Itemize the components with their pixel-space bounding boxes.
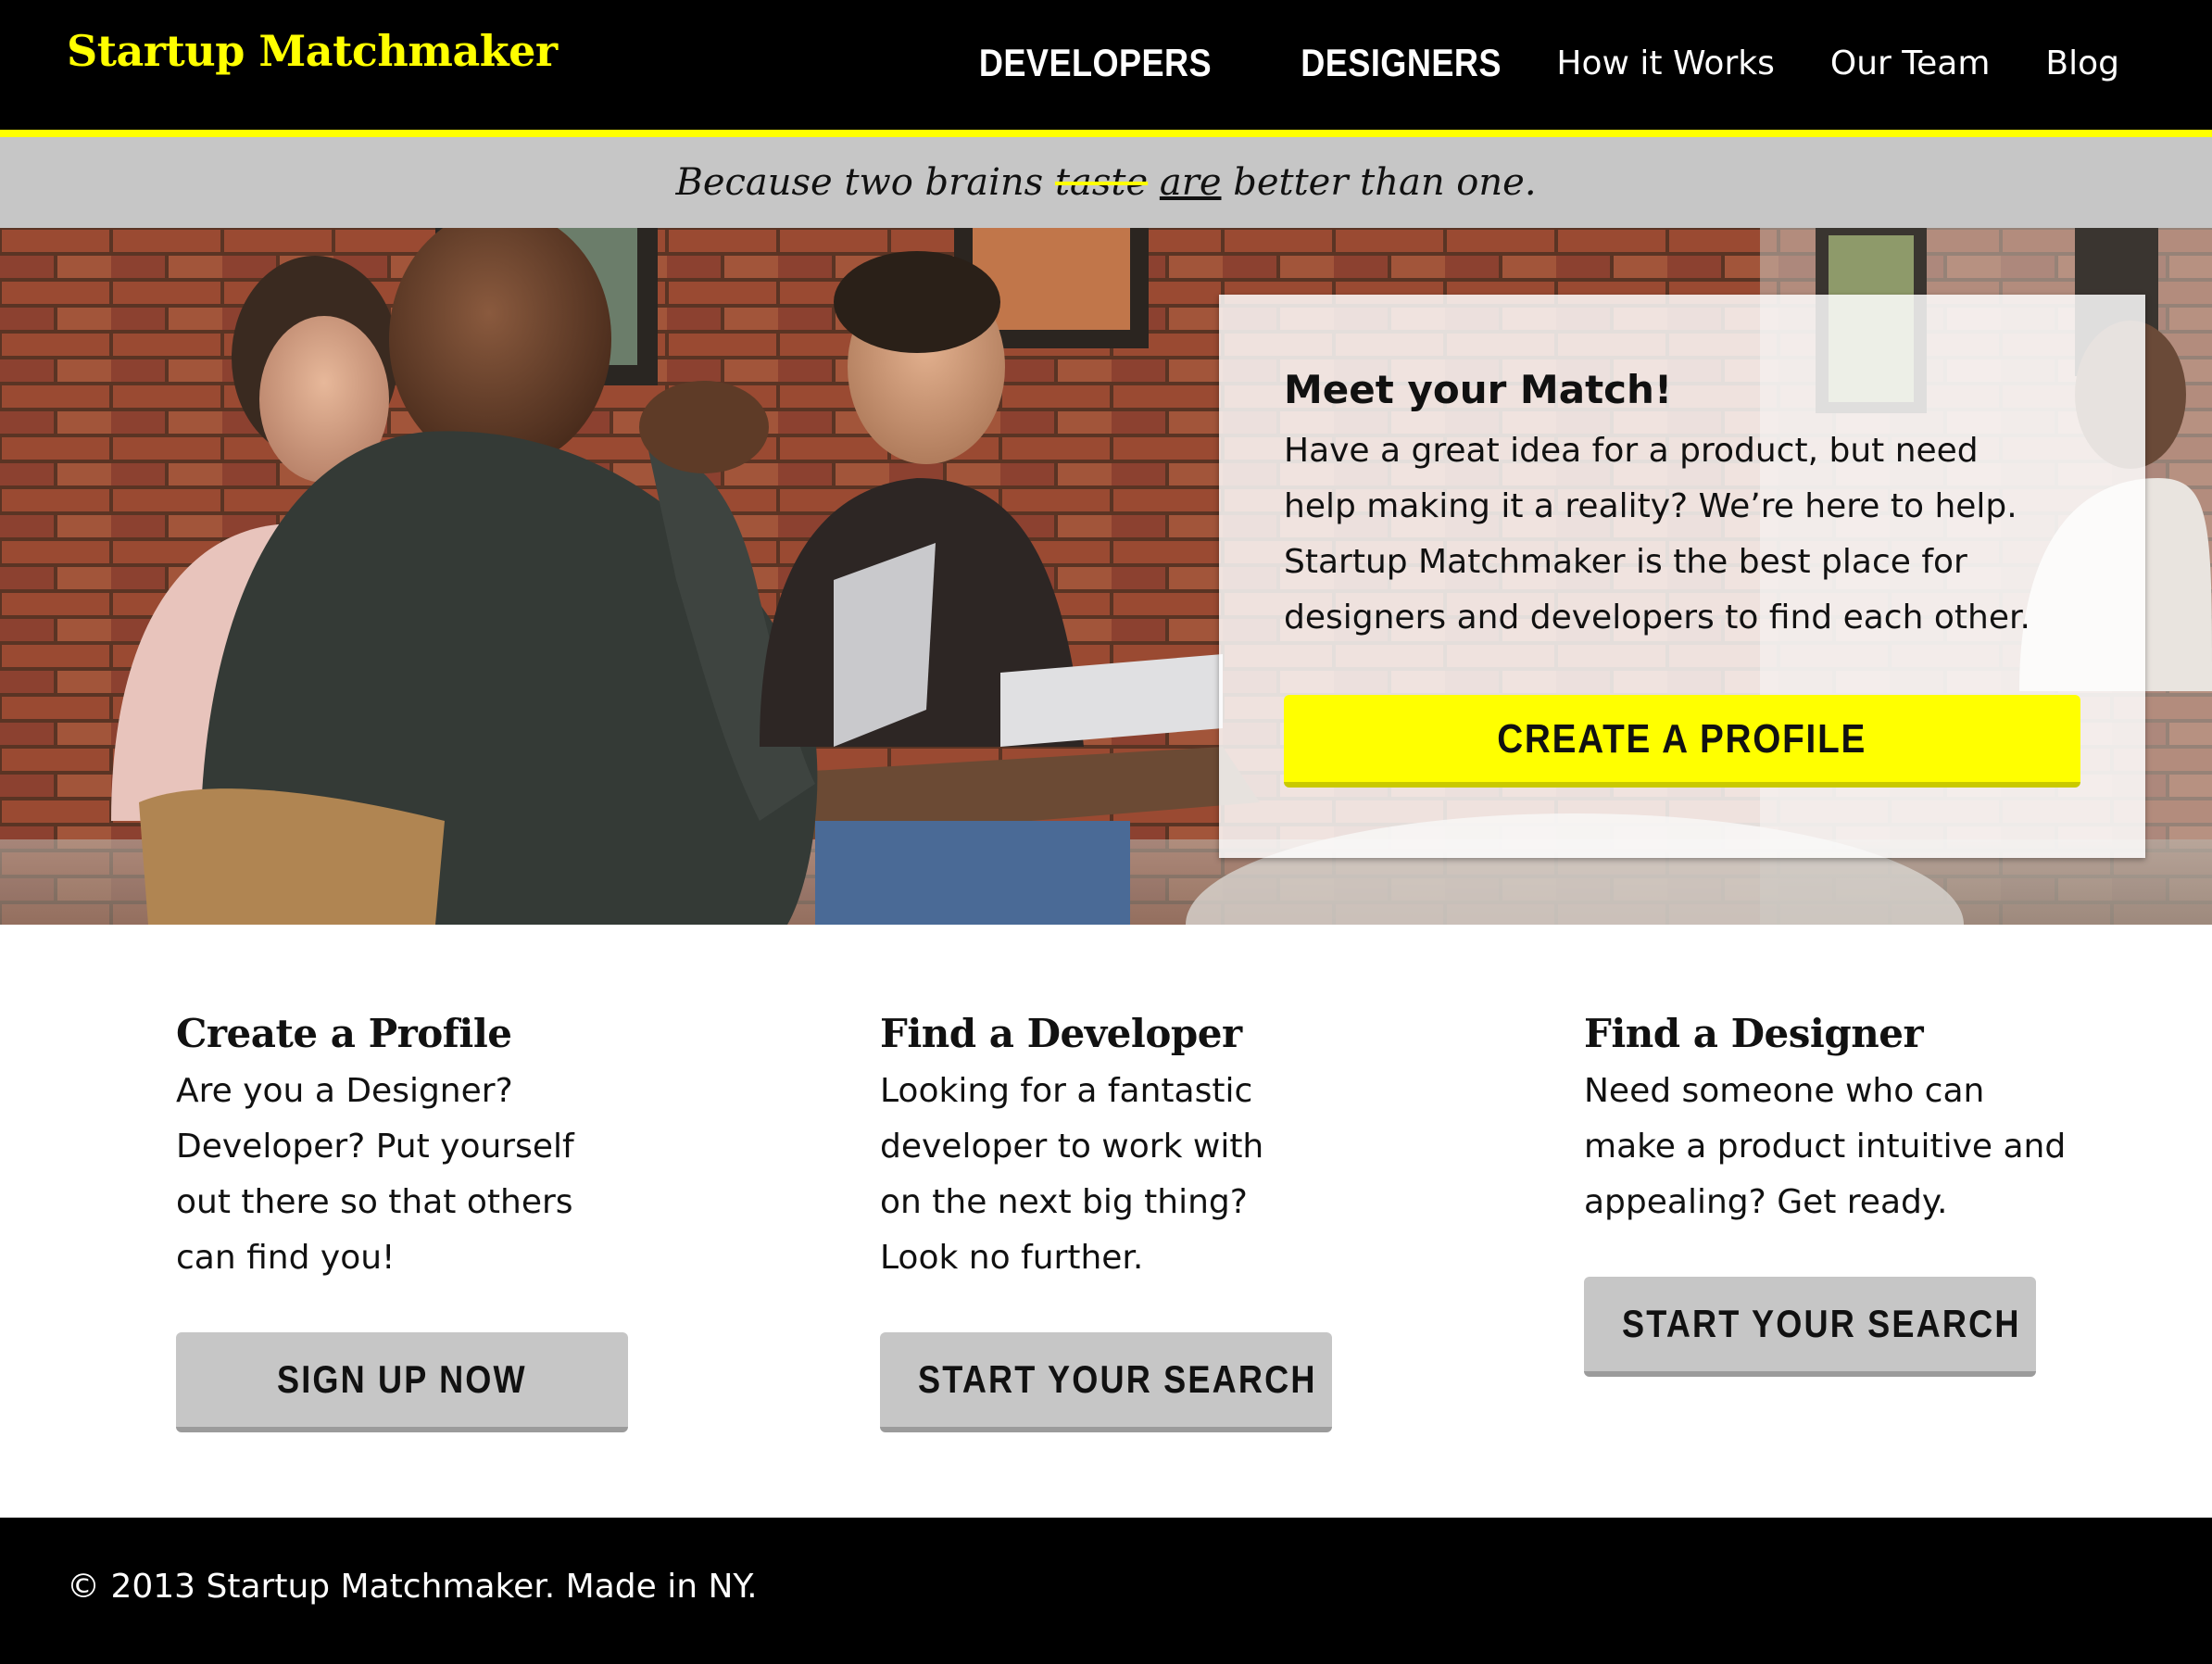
tagline-text-before: Because two brains — [675, 161, 1055, 204]
hero-section: Meet your Match! Have a great idea for a… — [0, 228, 2212, 925]
find-designer-search-button[interactable]: START YOUR SEARCH — [1584, 1277, 2036, 1377]
feature-title: Find a Developer — [880, 1011, 1242, 1056]
feature-title: Find a Designer — [1584, 1011, 1924, 1056]
feature-text: Need someone who can make a product intu… — [1584, 1072, 2067, 1221]
match-card-title: Meet your Match! — [1284, 367, 1673, 412]
site-logo[interactable]: Startup Matchmaker — [67, 26, 558, 76]
feature-text: Looking for a fantastic developer to wor… — [880, 1072, 1264, 1277]
sign-up-now-button[interactable]: SIGN UP NOW — [176, 1332, 628, 1432]
nav-our-team[interactable]: Our Team — [1830, 44, 1991, 82]
feature-create-profile: Create a Profile Are you a Designer? Dev… — [176, 1008, 658, 1286]
feature-find-designer: Find a Designer Need someone who can mak… — [1584, 1008, 2066, 1230]
meet-your-match-card: Meet your Match! Have a great idea for a… — [1219, 295, 2145, 858]
features-section: Create a Profile Are you a Designer? Dev… — [0, 925, 2212, 1518]
tagline-underlined-word: are — [1159, 161, 1222, 204]
site-header: Startup Matchmaker DEVELOPERS DESIGNERS … — [0, 0, 2212, 137]
feature-text: Are you a Designer? Developer? Put yours… — [176, 1072, 574, 1277]
match-card-text: Have a great idea for a product, but nee… — [1284, 432, 2030, 637]
tagline-band: Because two brains taste are better than… — [0, 137, 2212, 228]
nav-how-it-works[interactable]: How it Works — [1556, 44, 1774, 82]
find-developer-search-label: START YOUR SEARCH — [918, 1357, 1317, 1401]
find-designer-search-label: START YOUR SEARCH — [1622, 1302, 2021, 1345]
main-nav: DEVELOPERS DESIGNERS How it Works Our Te… — [886, 41, 2119, 85]
feature-find-developer: Find a Developer Looking for a fantastic… — [880, 1008, 1362, 1286]
create-profile-label: CREATE A PROFILE — [1497, 716, 1867, 762]
find-developer-search-button[interactable]: START YOUR SEARCH — [880, 1332, 1332, 1432]
tagline-text-after: better than one. — [1221, 161, 1537, 204]
nav-blog[interactable]: Blog — [2045, 44, 2119, 82]
nav-developers[interactable]: DEVELOPERS — [979, 41, 1212, 85]
create-profile-button[interactable]: CREATE A PROFILE — [1284, 695, 2080, 788]
site-footer: © 2013 Startup Matchmaker. Made in NY. — [0, 1518, 2212, 1664]
nav-designers[interactable]: DESIGNERS — [1301, 41, 1502, 85]
feature-title: Create a Profile — [176, 1011, 512, 1056]
tagline-struck-word: taste — [1054, 161, 1149, 204]
sign-up-now-label: SIGN UP NOW — [277, 1357, 527, 1401]
footer-copyright: © 2013 Startup Matchmaker. Made in NY. — [67, 1568, 758, 1606]
